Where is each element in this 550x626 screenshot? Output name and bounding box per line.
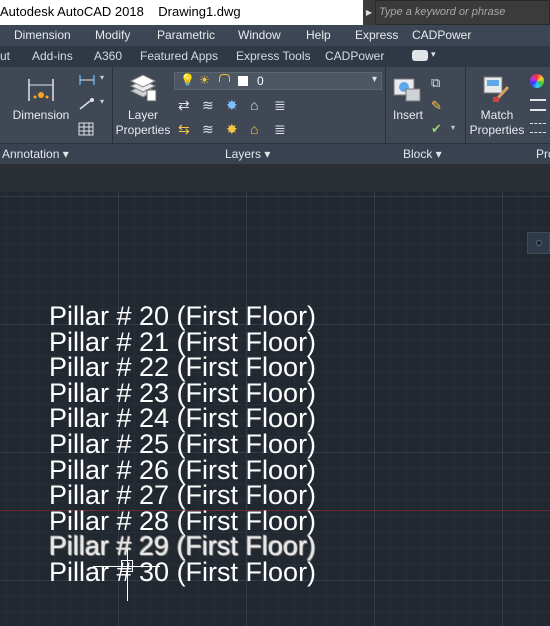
lightbulb-icon: 💡: [180, 73, 195, 87]
linetype-icon[interactable]: [530, 123, 546, 133]
leader-icon[interactable]: [78, 97, 98, 111]
app-title: Autodesk AutoCAD 2018 Drawing1.dwg: [0, 4, 241, 19]
color-wheel-icon[interactable]: [530, 74, 544, 88]
text-line[interactable]: Pillar # 25 (First Floor): [49, 431, 316, 458]
chevron-down-icon[interactable]: ▾: [100, 97, 104, 106]
ribbon-panel-titles: Annotation ▾ Layers ▾ Block ▾ Pro: [0, 143, 550, 165]
tab-output[interactable]: ut: [0, 49, 10, 63]
menu-express[interactable]: Express: [355, 28, 398, 42]
ribbon-tab-bar: ut Add-ins A360 Featured Apps Express To…: [0, 46, 550, 67]
text-line[interactable]: Pillar # 30 (First Floor): [49, 559, 316, 586]
insert-button[interactable]: Insert: [388, 73, 428, 133]
linear-dimension-icon[interactable]: [78, 73, 98, 87]
chevron-down-icon[interactable]: ▾: [431, 49, 436, 60]
table-icon[interactable]: [78, 122, 94, 136]
search-box[interactable]: [375, 0, 550, 25]
layer-tool-icon[interactable]: ≋: [202, 97, 214, 114]
viewcube-icon: [536, 240, 542, 246]
chevron-down-icon[interactable]: ▾: [451, 123, 455, 132]
layer-tool-icon[interactable]: ✸: [226, 97, 238, 114]
insert-label: Insert: [392, 108, 423, 122]
crosshair-cursor-vertical: [127, 549, 128, 601]
dimension-button[interactable]: Dimension: [8, 73, 70, 129]
layer-tool-icon[interactable]: ≣: [274, 97, 286, 114]
tab-featured-apps[interactable]: Featured Apps: [140, 49, 218, 63]
sun-icon: ☀: [199, 73, 210, 87]
color-swatch-icon: [238, 76, 248, 86]
chevron-down-icon: ▾: [371, 74, 377, 85]
match-properties-button[interactable]: Match Properties: [467, 73, 527, 143]
match-properties-label: Match Properties: [469, 108, 525, 137]
layer-tool-icon[interactable]: ⌂: [250, 97, 258, 113]
layer-properties-button[interactable]: Layer Properties: [114, 73, 172, 143]
layer-tool-icon[interactable]: ≣: [274, 121, 286, 138]
layer-dropdown-value: 0: [257, 74, 264, 88]
viewcube[interactable]: [527, 232, 550, 254]
layer-tool-icon[interactable]: ⌂: [250, 121, 258, 137]
dimension-icon: [28, 79, 54, 101]
title-bar: Autodesk AutoCAD 2018 Drawing1.dwg ▶: [0, 0, 550, 25]
tab-cadpower[interactable]: CADPower: [325, 49, 384, 63]
tab-express-tools[interactable]: Express Tools: [236, 49, 310, 63]
panel-properties[interactable]: Pro: [536, 147, 550, 161]
block-tool-icon[interactable]: ⧉: [431, 75, 440, 91]
dimension-label: Dimension: [12, 108, 70, 122]
tab-add-ins[interactable]: Add-ins: [32, 49, 73, 63]
panel-annotation[interactable]: Annotation ▾: [2, 147, 69, 161]
text-block[interactable]: Pillar # 20 (First Floor) Pillar # 21 (F…: [49, 303, 316, 586]
text-line[interactable]: Pillar # 22 (First Floor): [49, 354, 316, 381]
menu-parametric[interactable]: Parametric: [157, 28, 215, 42]
match-properties-icon: [483, 76, 510, 102]
menu-dimension[interactable]: Dimension: [14, 28, 71, 42]
panel-layers[interactable]: Layers ▾: [225, 147, 270, 161]
menu-bar: Dimension Modify Parametric Window Help …: [0, 25, 550, 46]
block-tool-icon[interactable]: ✎: [431, 98, 442, 114]
layer-dropdown[interactable]: 💡 ☀ 0 ▾: [174, 72, 382, 90]
layer-tools: ⇄ ≋ ✸ ⌂ ≣ ⇆ ≋ ✸ ⌂ ≣: [178, 97, 298, 147]
layer-tool-icon[interactable]: ⇆: [178, 121, 190, 138]
menu-window[interactable]: Window: [238, 28, 281, 42]
tab-overflow-button[interactable]: [412, 50, 428, 61]
tab-a360[interactable]: A360: [94, 49, 122, 63]
drawing-canvas[interactable]: Pillar # 20 (First Floor) Pillar # 21 (F…: [0, 192, 550, 626]
text-line[interactable]: Pillar # 20 (First Floor): [49, 303, 316, 330]
layer-tool-icon[interactable]: ⇄: [178, 97, 190, 114]
layer-properties-label: Layer Properties: [115, 108, 171, 137]
layer-tool-icon[interactable]: ✸: [226, 121, 238, 138]
file-tab-strip: [0, 164, 550, 192]
crosshair-pickbox: [121, 560, 133, 572]
block-tool-icon[interactable]: ✔: [431, 121, 442, 137]
text-line[interactable]: Pillar # 27 (First Floor): [49, 482, 316, 509]
layer-properties-icon: [129, 74, 157, 102]
lock-icon: [219, 74, 230, 82]
menu-help[interactable]: Help: [306, 28, 331, 42]
insert-block-icon: [393, 78, 421, 102]
menu-cadpower[interactable]: CADPower: [412, 28, 471, 42]
lineweight-icon[interactable]: [530, 99, 546, 111]
search-input[interactable]: [379, 6, 547, 18]
menu-modify[interactable]: Modify: [95, 28, 130, 42]
search-expand-icon[interactable]: ▶: [363, 0, 375, 25]
layer-tool-icon[interactable]: ≋: [202, 121, 214, 138]
panel-block[interactable]: Block ▾: [403, 147, 442, 161]
chevron-down-icon[interactable]: ▾: [100, 73, 104, 82]
